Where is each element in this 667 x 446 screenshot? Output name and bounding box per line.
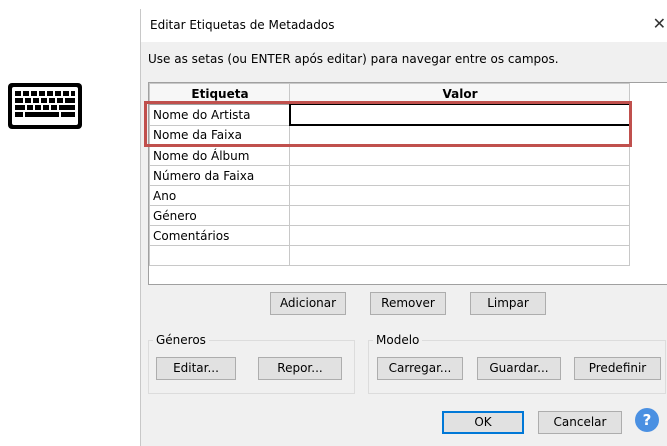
table-row[interactable]: Ano [149,185,630,206]
column-header-tag[interactable]: Etiqueta [149,83,290,105]
table-row[interactable]: Género [149,205,630,226]
genres-group-label: Géneros [153,333,209,347]
save-template-button[interactable]: Guardar... [477,357,561,380]
value-cell[interactable] [289,205,630,226]
table-row[interactable]: Número da Faixa [149,165,630,186]
set-default-button[interactable]: Predefinir [574,357,661,380]
close-icon[interactable]: ✕ [653,14,666,33]
cancel-button[interactable]: Cancelar [538,411,622,434]
tag-cell[interactable]: Nome do Álbum [149,145,290,166]
value-cell[interactable] [288,103,631,126]
value-cell[interactable] [289,165,630,186]
table-row[interactable]: Nome do Álbum [149,145,630,166]
title-bar: Editar Etiquetas de Metadados ✕ [141,9,667,42]
reset-genres-button[interactable]: Repor... [258,357,342,380]
tag-cell[interactable]: Ano [149,185,290,206]
metadata-grid[interactable]: Etiqueta Valor Nome do Artista Nome da F… [148,82,667,285]
tag-cell[interactable]: Género [149,205,290,226]
load-template-button[interactable]: Carregar... [377,357,463,380]
edit-genres-button[interactable]: Editar... [156,357,236,380]
table-row[interactable]: Nome do Artista [149,103,631,126]
table-row[interactable] [149,245,630,266]
clear-button[interactable]: Limpar [470,292,546,315]
value-cell[interactable] [289,185,630,206]
table-row[interactable]: Nome da Faixa [149,124,630,146]
value-cell[interactable] [289,145,630,166]
value-cell[interactable] [289,245,630,266]
template-group-label: Modelo [373,333,423,347]
metadata-dialog: Editar Etiquetas de Metadados ✕ Use as s… [140,9,667,446]
tag-cell[interactable]: Nome do Artista [149,103,290,126]
value-cell[interactable] [289,124,630,146]
tag-cell[interactable]: Comentários [149,225,290,246]
value-cell[interactable] [289,225,630,246]
column-header-value[interactable]: Valor [289,83,630,105]
keyboard-icon [8,83,82,129]
add-button[interactable]: Adicionar [270,292,346,315]
tag-cell[interactable]: Número da Faixa [149,165,290,186]
tag-cell[interactable] [149,245,290,266]
help-icon[interactable]: ? [635,408,659,432]
table-row[interactable]: Comentários [149,225,630,246]
tag-cell[interactable]: Nome da Faixa [149,124,290,146]
ok-button[interactable]: OK [442,411,524,434]
remove-button[interactable]: Remover [370,292,446,315]
instruction-text: Use as setas (ou ENTER após editar) para… [148,52,559,66]
dialog-title: Editar Etiquetas de Metadados [150,18,335,32]
